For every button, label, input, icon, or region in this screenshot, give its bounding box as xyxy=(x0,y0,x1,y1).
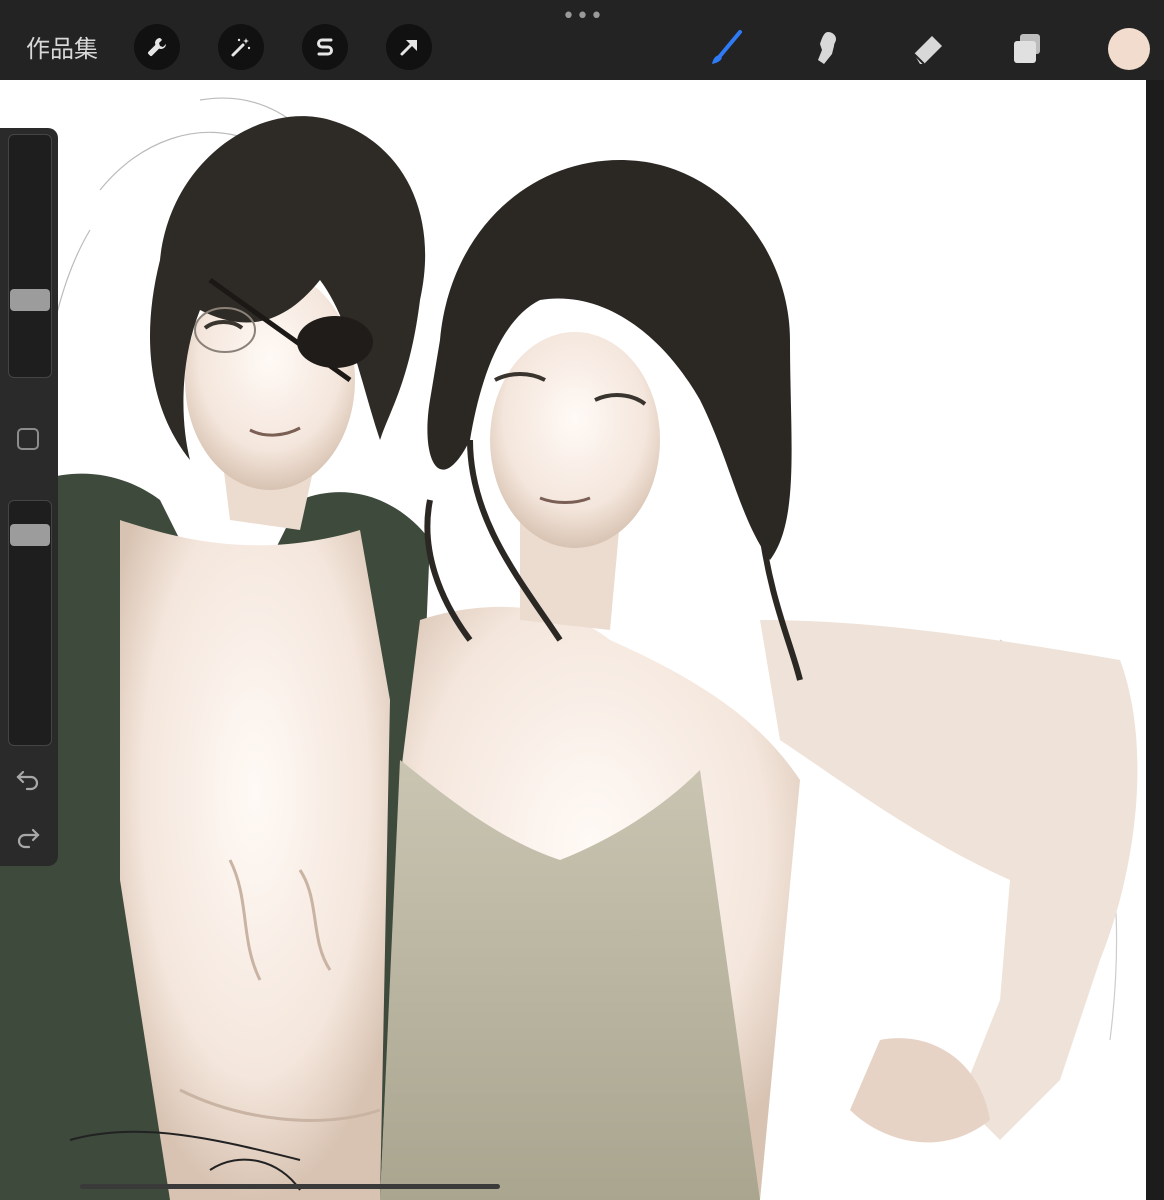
redo-icon[interactable] xyxy=(13,822,43,852)
home-indicator xyxy=(80,1184,500,1189)
eraser-icon[interactable] xyxy=(906,26,950,70)
undo-icon[interactable] xyxy=(13,764,43,794)
brush-icon[interactable] xyxy=(704,26,748,70)
transform-arrow-icon[interactable] xyxy=(386,24,432,70)
left-sidebar xyxy=(0,128,58,866)
opacity-slider[interactable] xyxy=(8,500,52,746)
canvas-edge xyxy=(1146,80,1164,1200)
magic-wand-icon[interactable] xyxy=(218,24,264,70)
wrench-icon[interactable] xyxy=(134,24,180,70)
drawing-canvas[interactable] xyxy=(0,80,1146,1200)
color-swatch[interactable] xyxy=(1108,28,1150,70)
opacity-knob[interactable] xyxy=(10,524,50,546)
selection-s-icon[interactable] xyxy=(302,24,348,70)
artwork-illustration xyxy=(0,97,1138,1200)
gallery-button[interactable]: 作品集 xyxy=(26,34,98,64)
smudge-icon[interactable] xyxy=(804,26,848,70)
top-toolbar: ••• 作品集 xyxy=(0,0,1164,80)
layers-icon[interactable] xyxy=(1006,26,1050,70)
brush-size-slider[interactable] xyxy=(8,134,52,378)
brush-size-knob[interactable] xyxy=(10,289,50,311)
ellipsis-icon[interactable]: ••• xyxy=(562,6,604,28)
square-modifier-icon[interactable] xyxy=(17,428,39,450)
